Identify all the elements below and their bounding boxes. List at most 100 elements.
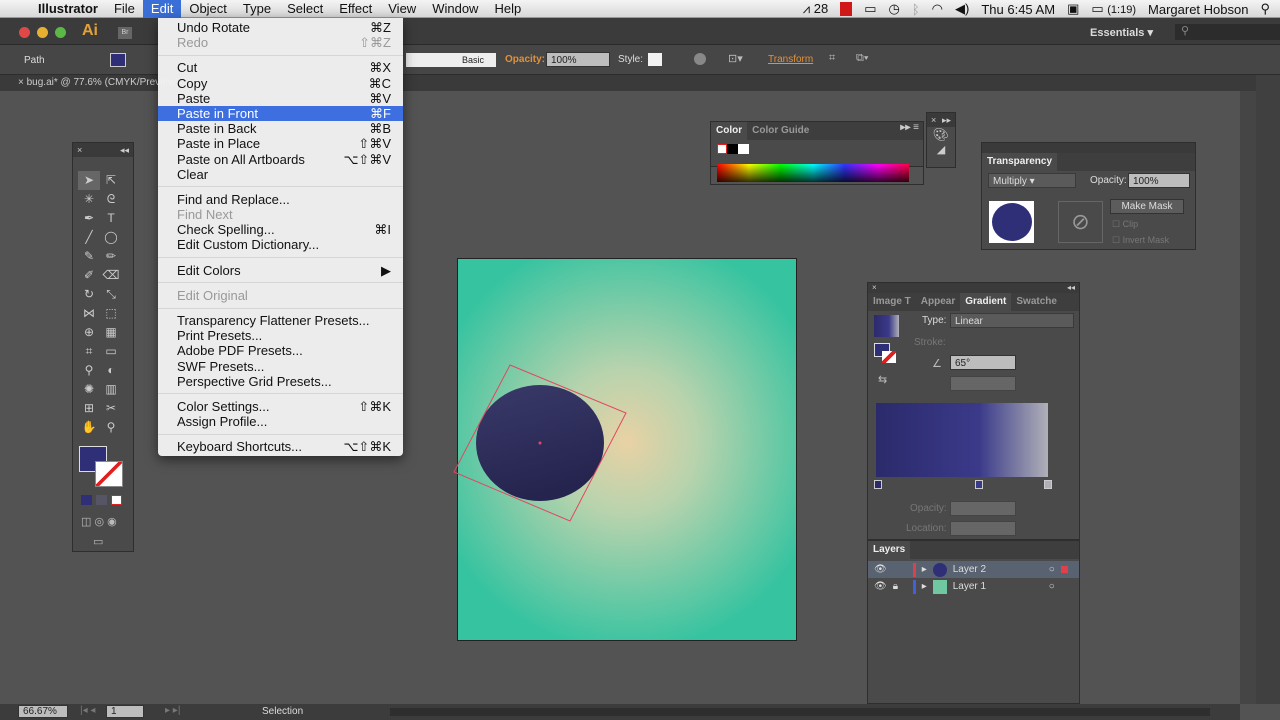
visibility-eye-icon[interactable]: 👁︎ <box>874 581 887 592</box>
menu-item-adobe-pdf-presets[interactable]: Adobe PDF Presets... <box>158 343 403 358</box>
recolor-icon[interactable] <box>694 53 706 65</box>
horizontal-scrollbar[interactable] <box>390 708 1210 716</box>
make-mask-button[interactable]: Make Mask <box>1110 199 1184 214</box>
color-spectrum[interactable] <box>717 164 909 182</box>
spotlight-icon[interactable]: ⚲ <box>1260 1 1270 17</box>
visibility-eye-icon[interactable]: 👁︎ <box>874 564 887 575</box>
menu-item-keyboard-shortcuts[interactable]: Keyboard Shortcuts... ⌥⇧⌘K <box>158 439 403 454</box>
vertical-scrollbar[interactable] <box>1240 91 1256 704</box>
stroke-color-box[interactable] <box>95 461 123 487</box>
menu-item-paste-on-all-artboards[interactable]: Paste on All Artboards ⌥⇧⌘V <box>158 152 403 167</box>
artboard-tool-icon[interactable]: ⊞ <box>78 399 100 418</box>
graph-icon[interactable]: ▥ <box>100 380 122 399</box>
width-tool-icon[interactable]: ⋈ <box>78 304 100 323</box>
gradient-swatch[interactable] <box>874 315 899 337</box>
menu-object[interactable]: Object <box>181 0 235 18</box>
magic-wand-icon[interactable]: ✳ <box>78 190 100 209</box>
tab-transparency[interactable]: Transparency <box>982 153 1058 171</box>
bluetooth-icon[interactable]: ᛒ <box>912 2 920 17</box>
tab-color-guide[interactable]: Color Guide <box>747 122 814 140</box>
artboard-number-input[interactable]: 1 <box>106 705 144 718</box>
menu-item-swf-presets[interactable]: SWF Presets... <box>158 359 403 374</box>
tab-gradient[interactable]: Gradient <box>960 293 1012 311</box>
menu-item-check-spelling[interactable]: Check Spelling... ⌘I <box>158 222 403 237</box>
bridge-button[interactable]: Br <box>118 27 132 39</box>
perspective-grid-icon[interactable]: ▦ <box>100 323 122 342</box>
align-icon[interactable]: ⊡▾ <box>728 52 743 65</box>
current-tool-status[interactable]: Selection <box>262 706 303 717</box>
clock[interactable]: Thu 6:45 AM <box>981 2 1055 17</box>
direct-selection-tool-icon[interactable]: ⇱ <box>100 171 122 190</box>
stop-opacity-input[interactable] <box>950 501 1016 516</box>
no-mask-icon[interactable]: ⊘ <box>1058 201 1103 243</box>
object-thumbnail[interactable] <box>989 201 1034 243</box>
tab-layers[interactable]: Layers <box>868 541 911 559</box>
menu-view[interactable]: View <box>380 0 424 18</box>
battery[interactable]: ▭ (1:19) <box>1091 1 1136 17</box>
arrange-icon[interactable]: ⧉▾ <box>856 52 868 65</box>
line-tool-icon[interactable]: ╱ <box>78 228 100 247</box>
draw-modes-icon[interactable]: ◫ ◎ ◉ <box>81 515 117 528</box>
tab-appearance[interactable]: Appear <box>916 293 960 311</box>
mesh-icon[interactable]: ⌗ <box>78 342 100 361</box>
lock-icon[interactable]: 🔒︎ <box>893 581 907 592</box>
slice-icon[interactable]: ✂ <box>100 399 122 418</box>
angle-input[interactable]: 65° <box>950 355 1016 370</box>
none-swatch[interactable] <box>717 144 727 154</box>
time-machine-icon[interactable]: ◷ <box>889 1 900 17</box>
zoom-icon[interactable]: ⚲ <box>100 418 122 437</box>
tab-color[interactable]: Color <box>711 122 748 140</box>
menu-effect[interactable]: Effect <box>331 0 380 18</box>
menu-item-paste[interactable]: Paste ⌘V <box>158 91 403 106</box>
artboard-nav-next[interactable]: ▸ ▸| <box>165 705 180 716</box>
transform-link[interactable]: Transform <box>768 54 813 65</box>
selected-ellipse[interactable] <box>440 350 640 540</box>
screen-mode-icon[interactable]: ▭ <box>93 535 103 548</box>
artboard-nav-prev[interactable]: |◂ ◂ <box>80 705 95 716</box>
eyedropper-icon[interactable]: ⚲ <box>78 361 100 380</box>
blob-brush-icon[interactable]: ✐ <box>78 266 100 285</box>
expand-icon[interactable]: ▸ <box>922 564 927 575</box>
menu-item-paste-in-place[interactable]: Paste in Place ⇧⌘V <box>158 136 403 151</box>
free-transform-icon[interactable]: ⬚ <box>100 304 122 323</box>
shape-builder-icon[interactable]: ⊕ <box>78 323 100 342</box>
menu-item-copy[interactable]: Copy ⌘C <box>158 76 403 91</box>
menu-item-paste-in-back[interactable]: Paste in Back ⌘B <box>158 121 403 136</box>
gradient-mode-icon[interactable] <box>96 495 107 505</box>
color-panel-icon[interactable]: 🎨︎ <box>927 127 955 143</box>
gradient-stop-mid[interactable] <box>975 480 983 489</box>
display-icon[interactable]: ▭ <box>864 1 876 17</box>
target-icon[interactable]: ○ <box>1049 581 1055 592</box>
gradient-type-select[interactable]: Linear <box>950 313 1074 328</box>
gradient-slider[interactable] <box>876 403 1048 477</box>
zoom-window-button[interactable] <box>55 27 66 38</box>
selection-indicator[interactable] <box>1060 566 1068 573</box>
menu-item-undo-rotate[interactable]: Undo Rotate ⌘Z <box>158 20 403 35</box>
minimize-window-button[interactable] <box>37 27 48 38</box>
layer-name[interactable]: Layer 1 <box>953 581 1043 592</box>
keyboard-icon[interactable]: ▣ <box>1067 1 1079 17</box>
menu-item-find-and-replace[interactable]: Find and Replace... <box>158 192 403 207</box>
menu-file[interactable]: File <box>106 0 143 18</box>
rotate-icon[interactable]: ↻ <box>78 285 100 304</box>
clip-checkbox[interactable]: ☐ Clip <box>1112 219 1138 230</box>
white-swatch[interactable] <box>738 144 749 154</box>
workspace-switcher[interactable]: Essentials ▾ <box>1090 26 1153 39</box>
pen-tool-icon[interactable]: ✒ <box>78 209 100 228</box>
panel-menu-icon[interactable]: ▸▸ ≡ <box>900 122 923 140</box>
gradient-stroke-box[interactable] <box>882 351 896 363</box>
isolate-icon[interactable]: ⌗ <box>829 52 835 65</box>
menu-help[interactable]: Help <box>486 0 529 18</box>
gradient-stop-end[interactable] <box>1044 480 1052 489</box>
opacity-input[interactable]: 100% <box>546 52 610 67</box>
stroke-profile-select[interactable]: Basic <box>406 53 496 67</box>
symbol-sprayer-icon[interactable]: ✺ <box>78 380 100 399</box>
menu-type[interactable]: Type <box>235 0 279 18</box>
blend-mode-select[interactable]: Multiply ▾ <box>988 173 1076 188</box>
wifi-icon[interactable]: ◠ <box>932 1 943 17</box>
aspect-ratio-input[interactable] <box>950 376 1016 391</box>
stop-location-input[interactable] <box>950 521 1016 536</box>
menu-item-edit-colors[interactable]: Edit Colors ▶ <box>158 263 403 278</box>
search-help-input[interactable]: ⚲ <box>1175 24 1280 40</box>
close-window-button[interactable] <box>19 27 30 38</box>
